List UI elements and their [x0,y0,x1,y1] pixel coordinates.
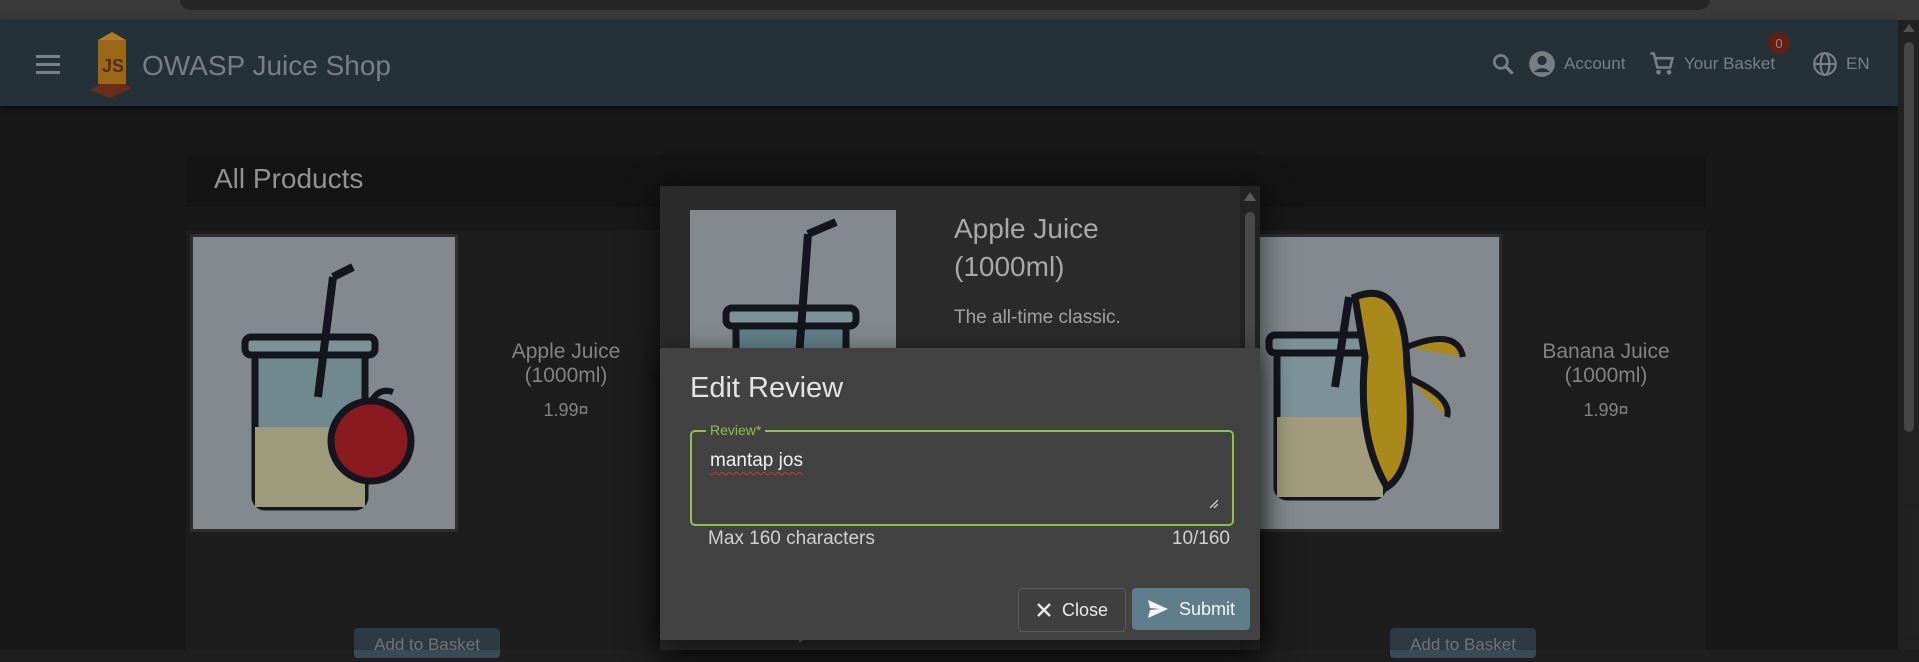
language-button[interactable]: EN [1812,48,1870,80]
product-details-description: The all-time classic. [954,307,1121,328]
send-icon [1147,600,1168,618]
close-button-label: Close [1061,599,1109,620]
dialog-scrollbar-thumb[interactable] [1245,212,1255,352]
basket-button[interactable]: Your Basket [1648,48,1775,80]
account-label: Account [1564,54,1626,73]
product-image-banana-juice[interactable] [1254,234,1502,532]
svg-text:JS: JS [102,56,124,76]
basket-label: Your Basket [1684,54,1776,73]
top-toolbar: JS OWASP Juice Shop Account Your Basket … [0,20,1898,106]
globe-icon [1813,52,1837,76]
page-scrollbar[interactable] [1898,20,1919,650]
scroll-up-icon[interactable] [1244,192,1256,201]
banana-juice-illustration [1265,289,1466,501]
language-label: EN [1846,54,1870,73]
scroll-up-icon[interactable] [1903,24,1915,32]
dialog-title: Edit Review [690,372,844,404]
browser-chrome [0,0,1919,20]
resize-grip-icon[interactable] [1208,498,1218,508]
submit-button-label: Submit [1178,598,1236,619]
submit-button[interactable]: Submit [1132,588,1250,630]
product-details-title: Apple Juice (1000ml) [954,213,1099,282]
account-button[interactable]: Account [1528,48,1625,80]
cart-icon [1650,52,1675,75]
add-to-basket-button-apple-juice[interactable]: Add to Basket [354,628,500,658]
product-name-apple-juice[interactable]: Apple Juice (1000ml) [476,340,656,388]
basket-count-badge: 0 [1768,32,1790,54]
juice-shop-logo[interactable]: JS [82,32,142,98]
product-image-apple-juice[interactable] [190,234,458,532]
search-button[interactable] [1490,48,1516,80]
account-circle-icon [1529,51,1555,77]
add-to-basket-button-banana-juice[interactable]: Add to Basket [1390,628,1536,658]
all-products-heading: All Products [214,163,364,194]
character-counter: 10/160 [1171,528,1230,549]
review-field-label: Review* [706,422,766,438]
product-name-banana-juice[interactable]: Banana Juice (1000ml) [1516,340,1696,388]
menu-icon[interactable] [34,50,62,78]
scrollbar-thumb[interactable] [1904,42,1914,432]
apple-juice-illustration [241,263,415,511]
close-button[interactable]: Close [1018,588,1126,632]
address-bar[interactable] [180,0,1710,10]
close-icon [1037,603,1051,617]
product-price-banana-juice: 1.99¤ [1583,400,1629,420]
product-price-apple-juice: 1.99¤ [543,400,589,420]
review-textarea[interactable] [708,448,1212,512]
review-field[interactable]: Review* [690,422,1234,526]
search-icon [1492,53,1514,75]
review-hint: Max 160 characters [708,528,875,549]
app-title[interactable]: OWASP Juice Shop [142,50,391,82]
edit-review-dialog: Edit Review Review* Max 160 characters 1… [660,348,1260,640]
